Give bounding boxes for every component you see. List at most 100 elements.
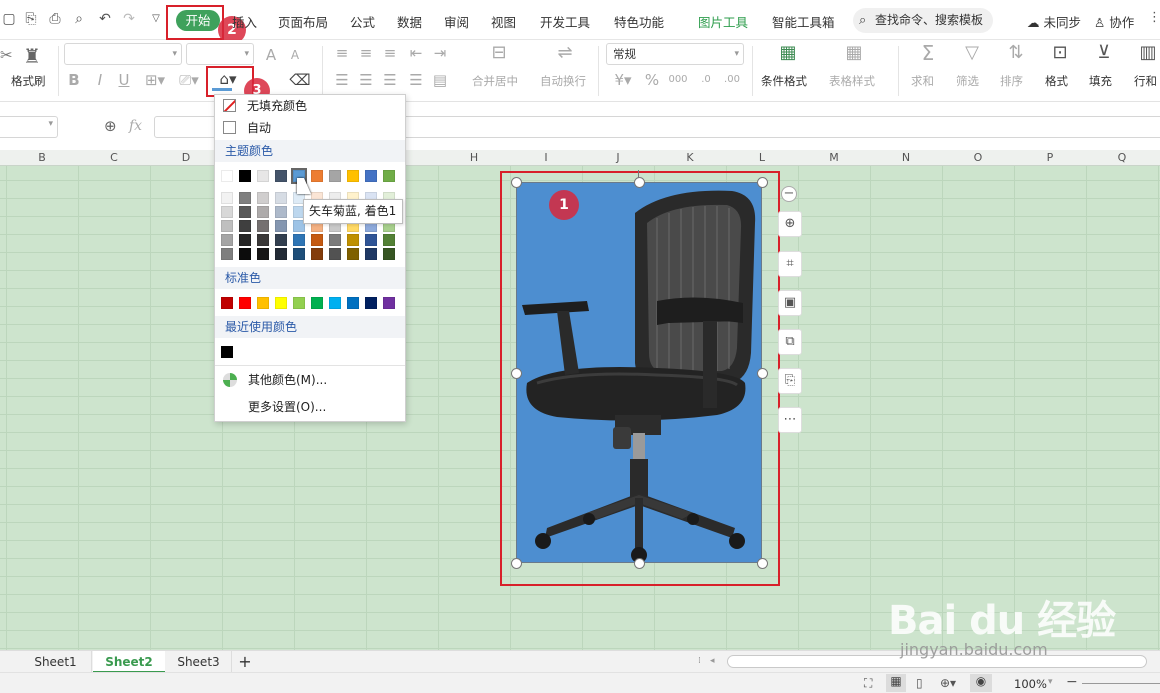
sheet-tab-2[interactable]: Sheet2 (93, 651, 165, 673)
column-header-P[interactable]: P (1014, 150, 1086, 166)
align-middle-icon[interactable]: ≡ (358, 44, 374, 62)
standard-color-swatch[interactable] (311, 297, 323, 309)
page-break-view-icon[interactable]: ⊕▾ (940, 676, 956, 690)
auto-option[interactable]: 自动 (215, 117, 405, 139)
theme-shade-swatch[interactable] (239, 206, 251, 218)
crop-icon[interactable]: ⌗ (778, 251, 802, 277)
theme-shade-swatch[interactable] (293, 234, 305, 246)
file-icon[interactable]: ▢ (0, 10, 18, 28)
table-style-icon[interactable]: ▦ (842, 44, 866, 62)
format-painter-icon[interactable]: ♜ (20, 45, 44, 67)
decrease-decimal-icon[interactable]: .00 (722, 71, 742, 89)
standard-color-swatch[interactable] (221, 297, 233, 309)
align-bottom-icon[interactable]: ≡ (382, 44, 398, 62)
theme-shade-swatch[interactable] (347, 248, 359, 260)
standard-color-swatch[interactable] (239, 297, 251, 309)
theme-shade-swatch[interactable] (257, 206, 269, 218)
name-box[interactable]: ▾ (0, 116, 58, 138)
customize-chevron-icon[interactable]: ▽ (147, 10, 165, 28)
redo-icon[interactable]: ↷ (120, 10, 138, 28)
theme-shade-swatch[interactable] (365, 234, 377, 246)
align-left-icon[interactable]: ☰ (334, 71, 350, 89)
theme-shade-swatch[interactable] (239, 248, 251, 260)
theme-shade-swatch[interactable] (293, 248, 305, 260)
fx-icon[interactable]: fx (129, 118, 142, 134)
standard-color-swatch[interactable] (365, 297, 377, 309)
print-preview-icon[interactable]: ⌕ (70, 10, 88, 28)
column-header-N[interactable]: N (870, 150, 942, 166)
bold-icon[interactable]: B (66, 71, 82, 89)
font-size-select[interactable]: ▾ (186, 43, 254, 65)
distribute-icon[interactable]: ▤ (432, 71, 448, 89)
font-grow-icon[interactable]: A (262, 46, 280, 64)
number-format-select[interactable]: 常规 ▾ (606, 43, 744, 65)
theme-shade-swatch[interactable] (311, 234, 323, 246)
increase-decimal-icon[interactable]: .0 (696, 71, 716, 89)
sheet-tab-1[interactable]: Sheet1 (20, 651, 92, 673)
eye-protection-icon[interactable]: ◉ (970, 674, 992, 692)
more-options-icon[interactable]: ⋯ (778, 407, 802, 433)
theme-shade-swatch[interactable] (239, 234, 251, 246)
theme-color-swatch[interactable] (257, 170, 269, 182)
currency-icon[interactable]: ¥▾ (610, 71, 636, 89)
tab-review[interactable]: 审阅 (444, 12, 469, 31)
rows-cols-icon[interactable]: ▥ (1136, 44, 1160, 62)
column-header-M[interactable]: M (798, 150, 870, 166)
column-header-K[interactable]: K (654, 150, 726, 166)
scroll-divider-icon[interactable]: ⁞ (698, 656, 701, 666)
theme-color-swatch[interactable] (239, 170, 251, 182)
fill-label[interactable]: 填充 (1089, 73, 1112, 89)
theme-shade-swatch[interactable] (275, 192, 287, 204)
filter-label[interactable]: 筛选 (956, 73, 979, 89)
tab-page-layout[interactable]: 页面布局 (278, 12, 328, 31)
picture-fit-icon[interactable]: ▣ (778, 290, 802, 316)
resize-handle-se[interactable] (757, 558, 768, 569)
print-icon[interactable]: ⎙ (46, 10, 64, 28)
undo-icon[interactable]: ↶ (96, 10, 114, 28)
italic-icon[interactable]: I (92, 71, 108, 89)
sync-button[interactable]: ☁ 未同步 (1027, 12, 1081, 31)
more-icon[interactable]: ⋮ (1148, 10, 1160, 25)
tab-smart-toolbox[interactable]: 智能工具箱 (772, 12, 835, 31)
column-header-O[interactable]: O (942, 150, 1014, 166)
theme-shade-swatch[interactable] (383, 234, 395, 246)
theme-shade-swatch[interactable] (221, 206, 233, 218)
format-painter-label[interactable]: 格式刷 (11, 73, 46, 89)
sheet-tab-3[interactable]: Sheet3 (166, 651, 232, 673)
align-top-icon[interactable]: ≡ (334, 44, 350, 62)
indent-increase-icon[interactable]: ⇥ (432, 44, 448, 62)
resize-handle-nw[interactable] (511, 177, 522, 188)
theme-shade-swatch[interactable] (311, 248, 323, 260)
justify-icon[interactable]: ☰ (408, 71, 424, 89)
cut-icon[interactable]: ✂ (0, 46, 13, 64)
chair-image[interactable] (516, 182, 762, 563)
tab-formula[interactable]: 公式 (350, 12, 375, 31)
format-icon[interactable]: ⊡ (1048, 44, 1072, 62)
merge-center-label[interactable]: 合并居中 (472, 73, 518, 89)
theme-shade-swatch[interactable] (221, 192, 233, 204)
theme-shade-swatch[interactable] (329, 248, 341, 260)
collab-button[interactable]: ♙ 协作 (1094, 12, 1134, 31)
resize-handle-n[interactable] (634, 177, 645, 188)
auto-wrap-label[interactable]: 自动换行 (540, 73, 586, 89)
sort-label[interactable]: 排序 (1000, 73, 1023, 89)
theme-color-swatch[interactable] (347, 170, 359, 182)
no-fill-option[interactable]: 无填充颜色 (215, 95, 405, 117)
resize-handle-sw[interactable] (511, 558, 522, 569)
search-input[interactable]: ⌕ 查找命令、搜索模板 (853, 8, 993, 33)
page-layout-view-icon[interactable]: ▯ (916, 676, 923, 690)
eraser-icon[interactable]: ⌫ (288, 71, 312, 89)
theme-shade-swatch[interactable] (347, 234, 359, 246)
theme-shade-swatch[interactable] (257, 234, 269, 246)
collapse-toolbar-icon[interactable]: − (781, 186, 797, 202)
font-name-select[interactable]: ▾ (64, 43, 182, 65)
tab-insert[interactable]: 插入 (232, 12, 257, 31)
zoom-level[interactable]: 100% (1014, 677, 1047, 691)
theme-shade-swatch[interactable] (221, 248, 233, 260)
normal-view-icon[interactable]: ▦ (886, 674, 906, 692)
zoom-slider[interactable] (1082, 683, 1160, 684)
sum-label[interactable]: 求和 (911, 73, 934, 89)
indent-decrease-icon[interactable]: ⇤ (408, 44, 424, 62)
tab-developer[interactable]: 开发工具 (540, 12, 590, 31)
theme-shade-swatch[interactable] (239, 192, 251, 204)
